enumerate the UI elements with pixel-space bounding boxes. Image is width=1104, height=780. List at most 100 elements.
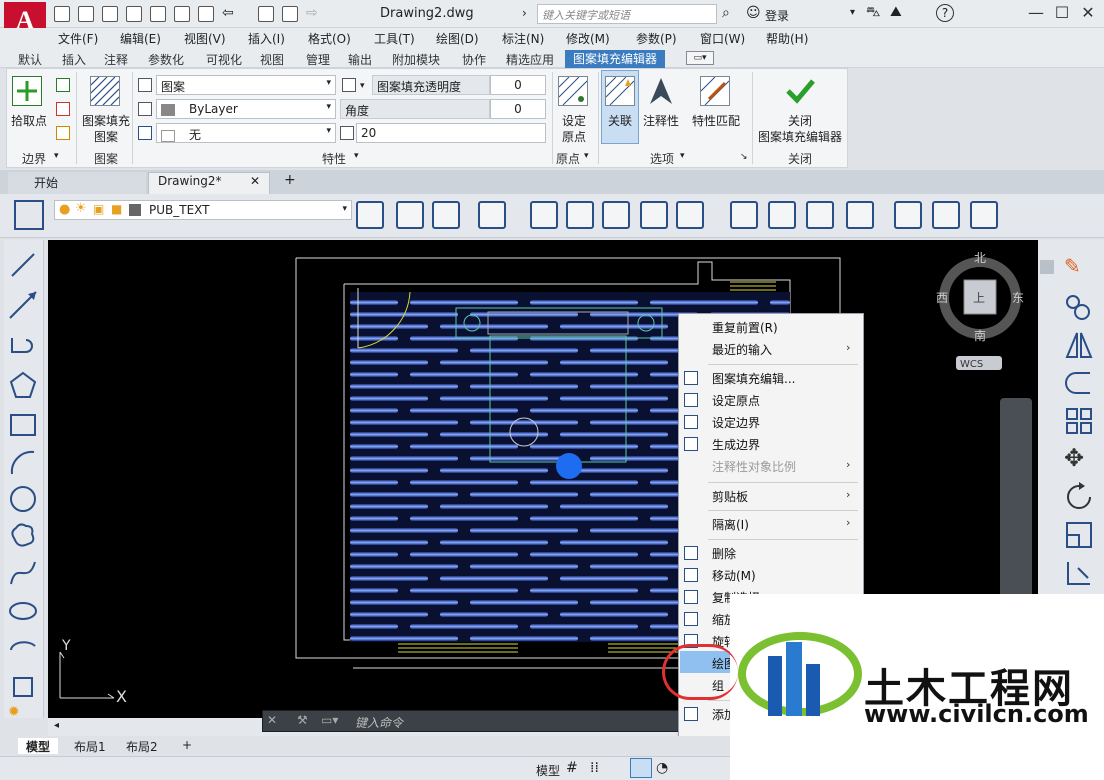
layer-match-icon[interactable] bbox=[356, 201, 384, 229]
construction-line-icon[interactable] bbox=[8, 290, 38, 323]
search-input[interactable]: 键入关键字或短语 bbox=[537, 4, 717, 24]
polyline-icon[interactable] bbox=[8, 330, 38, 363]
notes-icon[interactable] bbox=[932, 201, 960, 229]
ellipse-arc-icon[interactable] bbox=[8, 632, 38, 665]
minimize-button[interactable]: — bbox=[1026, 4, 1046, 24]
context-menu-item[interactable]: 重复前置(R) bbox=[712, 319, 778, 336]
bg-color-combo[interactable]: 无 ▾ bbox=[156, 123, 336, 143]
a360-icon[interactable]: ⛰ bbox=[890, 4, 902, 20]
stretch-icon[interactable] bbox=[1064, 558, 1094, 591]
menu-item[interactable]: 编辑(E) bbox=[120, 30, 161, 47]
menu-item[interactable]: 参数(P) bbox=[636, 30, 677, 47]
model-space-button[interactable]: 模型 bbox=[536, 762, 560, 779]
checkmark-icon[interactable] bbox=[784, 76, 816, 106]
array-icon[interactable] bbox=[1064, 406, 1094, 439]
options-panel-title[interactable]: 选项 bbox=[650, 150, 674, 167]
arc-icon[interactable] bbox=[8, 448, 38, 481]
properties-panel-title[interactable]: 特性 bbox=[322, 150, 346, 167]
viewport-icon[interactable] bbox=[478, 201, 506, 229]
context-menu-item[interactable]: 生成边界 bbox=[712, 436, 760, 453]
menu-item[interactable]: 窗口(W) bbox=[700, 30, 745, 47]
window-icon[interactable] bbox=[258, 6, 274, 22]
ribbon-tab[interactable]: 输出 bbox=[348, 51, 372, 68]
layer-combo[interactable]: ● ☀ ▣ ■ PUB_TEXT ▾ bbox=[54, 200, 352, 220]
clock-icon[interactable] bbox=[768, 201, 796, 229]
layer-states-icon[interactable] bbox=[432, 201, 460, 229]
ribbon-tab[interactable]: 协作 bbox=[462, 51, 486, 68]
context-menu-item[interactable]: 隔离(I) bbox=[712, 516, 749, 533]
command-line[interactable]: ✕ ⚒ ▭▾ 键入命令 bbox=[262, 710, 682, 732]
options-dropdown-icon[interactable]: ▾ bbox=[680, 151, 685, 161]
grid-icon[interactable]: # bbox=[566, 760, 578, 776]
hatch-pattern-icon[interactable] bbox=[90, 76, 120, 106]
pick-points-label[interactable]: 拾取点 bbox=[8, 112, 50, 129]
command-input[interactable]: 键入命令 bbox=[355, 714, 403, 731]
chevron-right-icon[interactable]: › bbox=[522, 6, 527, 20]
select-boundary-icon[interactable] bbox=[56, 78, 70, 92]
scale-input[interactable]: 20 bbox=[356, 123, 546, 143]
prompt-icon[interactable]: ▭▾ bbox=[321, 713, 338, 727]
menu-item[interactable]: 标注(N) bbox=[502, 30, 544, 47]
ribbon-tab[interactable]: 视图 bbox=[260, 51, 284, 68]
rectangle-icon[interactable] bbox=[8, 410, 38, 443]
layer-previous-icon[interactable] bbox=[396, 201, 424, 229]
plot-icon[interactable] bbox=[174, 6, 190, 22]
hatch-type-combo[interactable]: 图案 ▾ bbox=[156, 75, 336, 95]
context-menu-item[interactable]: 移动(M) bbox=[712, 567, 756, 584]
help-icon[interactable]: ? bbox=[936, 4, 954, 22]
login-button[interactable]: 登录 bbox=[765, 7, 789, 24]
ribbon-tab[interactable]: 参数化 bbox=[148, 51, 184, 68]
context-menu-item[interactable]: 图案填充编辑... bbox=[712, 370, 795, 387]
polar-icon[interactable]: ◔ bbox=[656, 760, 668, 776]
tab-drawing2-label[interactable]: Drawing2* bbox=[158, 174, 222, 188]
save-icon[interactable] bbox=[78, 6, 94, 22]
spline-icon[interactable] bbox=[8, 558, 38, 591]
menu-item[interactable]: 视图(V) bbox=[184, 30, 226, 47]
ortho-icon[interactable] bbox=[630, 758, 652, 778]
snap-icon[interactable]: ⁞⁞ bbox=[590, 760, 599, 776]
publish-icon[interactable] bbox=[150, 6, 166, 22]
ribbon-toggle-button[interactable]: ▭▾ bbox=[686, 51, 714, 65]
copy-icon[interactable] bbox=[1064, 292, 1094, 325]
mirror-icon[interactable] bbox=[1064, 330, 1094, 363]
associative-label[interactable]: 关联 bbox=[602, 112, 638, 129]
brush-icon[interactable] bbox=[640, 201, 668, 229]
context-menu-item[interactable]: 设定原点 bbox=[712, 392, 760, 409]
export-icon[interactable] bbox=[126, 6, 142, 22]
ribbon-tab[interactable]: 可视化 bbox=[206, 51, 242, 68]
insert-block-icon[interactable] bbox=[8, 670, 38, 703]
revcloud-icon[interactable] bbox=[8, 520, 38, 553]
undo-icon[interactable]: ⇦ bbox=[222, 5, 234, 21]
menu-item[interactable]: 工具(T) bbox=[374, 30, 415, 47]
layout-tab[interactable]: 布局1 bbox=[66, 738, 114, 754]
scroll-thumb[interactable] bbox=[1040, 260, 1054, 274]
ribbon-tab[interactable]: 精选应用 bbox=[506, 51, 554, 68]
close-editor-line1[interactable]: 关闭 bbox=[756, 112, 844, 129]
boundary-panel-title[interactable]: 边界 bbox=[22, 150, 46, 167]
context-menu-item[interactable]: 删除 bbox=[712, 545, 736, 562]
user-icon[interactable]: ☺ bbox=[746, 5, 761, 21]
set-origin-line1[interactable]: 设定 bbox=[556, 112, 592, 129]
arc-edit-icon[interactable] bbox=[602, 201, 630, 229]
hatch-color-combo[interactable]: ByLayer ▾ bbox=[156, 99, 336, 119]
menu-item[interactable]: 帮助(H) bbox=[766, 30, 808, 47]
binoculars-icon[interactable]: ⌕ bbox=[722, 5, 730, 21]
properties-dropdown-icon[interactable]: ▾ bbox=[354, 151, 359, 161]
transparency-dropdown-icon[interactable]: ▾ bbox=[360, 81, 365, 91]
pattern-button-line2[interactable]: 图案 bbox=[80, 128, 132, 145]
close-button[interactable]: ✕ bbox=[1078, 4, 1098, 24]
angle-input[interactable]: 0 bbox=[490, 99, 546, 119]
make-block-icon[interactable]: ✹ bbox=[8, 704, 20, 720]
login-dropdown-icon[interactable]: ▾ bbox=[850, 7, 855, 18]
erase-icon[interactable]: ✎ bbox=[1064, 254, 1081, 278]
rotate-icon[interactable] bbox=[1064, 482, 1094, 515]
ribbon-tab[interactable]: 注释 bbox=[104, 51, 128, 68]
context-menu-item[interactable]: 最近的输入 bbox=[712, 341, 772, 358]
close-tab-icon[interactable]: ✕ bbox=[250, 174, 260, 188]
context-menu-item[interactable]: 注释性对象比例 bbox=[712, 458, 796, 475]
set-origin-icon[interactable] bbox=[558, 76, 588, 106]
remove-boundary-icon[interactable] bbox=[56, 102, 70, 116]
open-icon[interactable] bbox=[54, 6, 70, 22]
layer-properties-icon[interactable] bbox=[14, 200, 44, 230]
ribbon-tab[interactable]: 默认 bbox=[18, 51, 42, 68]
